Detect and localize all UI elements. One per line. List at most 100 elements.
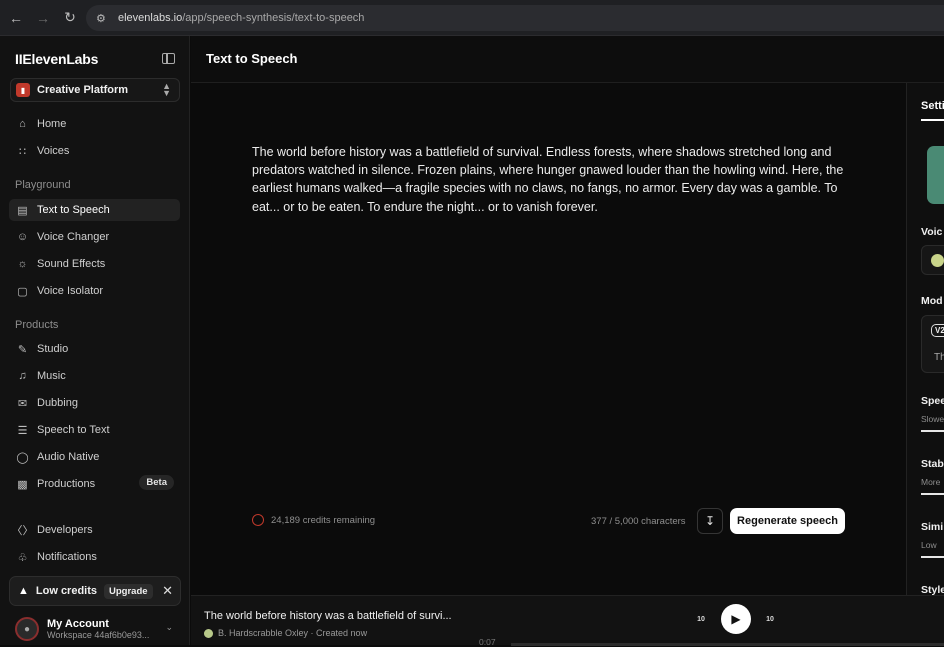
player-track-title[interactable]: The world before history was a battlefie…	[204, 610, 452, 622]
speed-label: Spee	[921, 395, 944, 407]
sidebar-item-voice-changer[interactable]: ☺ Voice Changer	[9, 226, 180, 248]
sidebar-item-productions[interactable]: ▩ Productions Beta	[9, 473, 180, 495]
regenerate-speech-button[interactable]: Regenerate speech	[730, 508, 845, 534]
sidebar-item-label: Voice Changer	[37, 231, 110, 243]
sidebar-item-speech-to-text[interactable]: ☰ Speech to Text	[9, 419, 180, 441]
low-credits-banner: ▲ Low credits Upgrade ✕	[9, 576, 181, 606]
account-name: My Account	[47, 618, 109, 630]
speed-slider[interactable]	[921, 430, 944, 432]
back-icon[interactable]: ←	[5, 7, 27, 29]
warning-icon: ▲	[18, 585, 29, 597]
credits-ring-icon	[252, 514, 264, 526]
similarity-slider[interactable]	[921, 556, 944, 558]
sidebar-item-label: Voice Isolator	[37, 285, 104, 297]
forward-icon[interactable]: →	[32, 7, 54, 29]
platform-logo-icon: ▮	[16, 83, 30, 97]
sidebar-item-label: Speech to Text	[37, 424, 110, 436]
player-time: 0:07	[479, 637, 496, 647]
sidebar-item-music[interactable]: ♫ Music	[9, 365, 180, 387]
sidebar-item-dubbing[interactable]: ✉ Dubbing	[9, 392, 180, 414]
voice-avatar-icon	[931, 254, 944, 267]
upgrade-button[interactable]: Upgrade	[104, 583, 153, 599]
sidebar-item-developers[interactable]: 〈〉 Developers	[9, 519, 180, 541]
stability-slider[interactable]	[921, 493, 944, 495]
collapse-sidebar-icon[interactable]	[162, 53, 175, 64]
voice-changer-icon: ☺	[16, 231, 29, 243]
stability-slider-min-label: More	[921, 477, 941, 487]
text-editor[interactable]: The world before history was a battlefie…	[191, 83, 907, 595]
model-badge: V2	[931, 324, 944, 337]
chevron-down-icon: ⌄	[165, 622, 173, 632]
low-credits-text: Low credits	[35, 585, 98, 597]
active-tab-underline	[921, 119, 944, 121]
sidebar-item-text-to-speech[interactable]: ▤ Text to Speech	[9, 199, 180, 221]
sidebar-item-label: Home	[37, 118, 67, 130]
audio-player: The world before history was a battlefie…	[191, 595, 944, 647]
reload-icon[interactable]: ↻	[59, 7, 81, 29]
sidebar-item-label: Text to Speech	[37, 204, 110, 216]
stability-label: Stab	[921, 458, 944, 470]
voice-preview-card[interactable]	[927, 146, 944, 204]
url-domain: elevenlabs.io	[118, 12, 183, 24]
character-count: 377 / 5,000 characters	[591, 516, 686, 527]
rewind-10-icon[interactable]: 10	[693, 611, 709, 627]
sidebar-item-audio-native[interactable]: ◯ Audio Native	[9, 446, 180, 468]
music-icon: ♫	[18, 370, 27, 382]
play-icon: ▶	[731, 612, 741, 626]
sidebar-item-voices[interactable]: ∷ Voices	[9, 140, 180, 162]
brand-logo[interactable]: IIElevenLabs	[15, 51, 98, 67]
sidebar-item-label: Productions	[37, 478, 96, 490]
avatar: ●	[15, 617, 39, 641]
bell-icon: ♧	[17, 551, 28, 564]
url-text: elevenlabs.io/app/speech-synthesis/text-…	[118, 12, 364, 24]
voice-isolator-icon: ▢	[17, 285, 28, 298]
url-path: /app/speech-synthesis/text-to-speech	[182, 12, 365, 24]
browser-toolbar: ← → ↻ ⚙ elevenlabs.io/app/speech-synthes…	[0, 0, 944, 36]
player-track-meta: B. Hardscrabble Oxley · Created now	[204, 628, 367, 638]
text-to-speech-icon: ▤	[17, 204, 28, 217]
sidebar-item-label: Audio Native	[37, 451, 100, 463]
model-description: Th	[934, 352, 944, 363]
forward-10-icon[interactable]: 10	[762, 611, 778, 627]
play-button[interactable]: ▶	[721, 604, 751, 634]
speed-slider-min-label: Slowe	[921, 414, 944, 424]
credits-text: 24,189 credits remaining	[271, 514, 376, 526]
credits-remaining: 24,189 credits remaining	[252, 514, 375, 526]
player-meta-text: B. Hardscrabble Oxley · Created now	[218, 628, 368, 638]
sidebar-item-label: Dubbing	[37, 397, 78, 409]
developers-icon: 〈〉	[11, 525, 34, 537]
tab-settings[interactable]: Setti	[921, 100, 944, 112]
download-button[interactable]: ↧	[697, 508, 723, 534]
site-settings-icon[interactable]: ⚙	[96, 11, 110, 25]
address-bar[interactable]: ⚙ elevenlabs.io/app/speech-synthesis/tex…	[86, 5, 944, 31]
sidebar-item-sound-effects[interactable]: ☼ Sound Effects	[9, 253, 180, 275]
sidebar-item-studio[interactable]: ✎ Studio	[9, 338, 180, 360]
page-header: Text to Speech	[191, 36, 944, 83]
platform-selector[interactable]: ▮ Creative Platform ▲ ▼	[10, 78, 180, 102]
model-label: Mod	[921, 295, 943, 307]
sidebar-item-home[interactable]: ⌂ Home	[9, 113, 180, 135]
section-label-products: Products	[15, 319, 59, 331]
chevron-updown-icon: ▲ ▼	[162, 81, 171, 98]
model-selector[interactable]: V2 Th	[921, 315, 944, 373]
studio-icon: ✎	[17, 343, 28, 356]
account-workspace: Workspace 44af6b0e93...	[47, 630, 150, 640]
sidebar-item-label: Notifications	[37, 551, 97, 563]
account-menu[interactable]: ● My Account Workspace 44af6b0e93... ⌄	[9, 614, 181, 644]
voices-icon: ∷	[19, 145, 26, 158]
home-icon: ⌂	[19, 118, 26, 130]
sidebar: IIElevenLabs ▮ Creative Platform ▲ ▼ ⌂ Ho…	[0, 36, 190, 645]
sidebar-item-label: Voices	[37, 145, 70, 157]
sidebar-item-label: Studio	[37, 343, 69, 355]
sidebar-item-notifications[interactable]: ♧ Notifications	[9, 546, 180, 568]
download-icon: ↧	[704, 514, 716, 528]
voice-selector[interactable]	[921, 245, 944, 275]
rewind-10-label: 10	[697, 615, 705, 623]
productions-icon: ▩	[17, 478, 28, 491]
globe-icon: ◯	[16, 451, 29, 464]
page-title: Text to Speech	[206, 51, 298, 66]
sidebar-item-voice-isolator[interactable]: ▢ Voice Isolator	[9, 280, 180, 302]
close-icon[interactable]: ✕	[162, 583, 173, 599]
voice-avatar-icon	[204, 628, 213, 638]
tts-text-input[interactable]: The world before history was a battlefie…	[252, 143, 852, 216]
